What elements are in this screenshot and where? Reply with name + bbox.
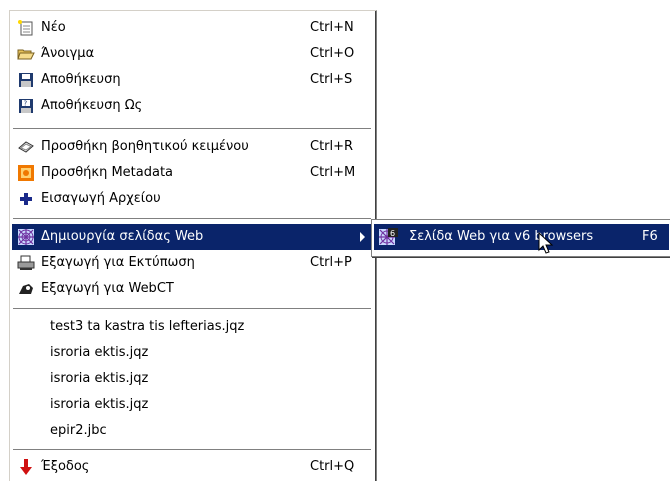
- recent-file-label: isroria ektis.jqz: [50, 371, 149, 386]
- menu-item-shortcut: Ctrl+R: [310, 139, 354, 154]
- menu-item-label: Έξοδος: [41, 459, 90, 474]
- recent-file-item[interactable]: isroria ektis.jqz: [12, 340, 373, 366]
- menu-item-import-file[interactable]: Εισαγωγή Αρχείου: [12, 186, 373, 212]
- menu-item-open[interactable]: Άνοιγμα Ctrl+O: [12, 41, 373, 67]
- menu-item-add-metadata[interactable]: Προσθήκη Metadata Ctrl+M: [12, 160, 373, 186]
- recent-file-item[interactable]: epir2.jbc: [12, 418, 373, 444]
- menu-separator: [13, 308, 371, 310]
- recent-file-item[interactable]: isroria ektis.jqz: [12, 392, 373, 418]
- exit-arrow-icon: [17, 458, 35, 476]
- svg-text:?: ?: [24, 100, 28, 108]
- menu-item-shortcut: Ctrl+S: [310, 72, 353, 87]
- menu-item-shortcut: Ctrl+N: [310, 20, 354, 35]
- menu-item-save[interactable]: Αποθήκευση Ctrl+S: [12, 67, 373, 93]
- add-text-icon: [17, 138, 35, 156]
- submenu-item-web-page-v6[interactable]: 6 Σελίδα Web για v6 browsers F6: [374, 224, 669, 250]
- recent-file-item[interactable]: isroria ektis.jqz: [12, 366, 373, 392]
- menu-item-label: Άνοιγμα: [41, 46, 95, 61]
- menu-item-export-webct[interactable]: Εξαγωγή για WebCT: [12, 276, 373, 302]
- menu-separator: [13, 449, 371, 451]
- new-file-icon: [17, 19, 35, 37]
- recent-file-item[interactable]: test3 ta kastra tis lefterias.jqz: [12, 314, 373, 340]
- submenu-item-label: Σελίδα Web για v6 browsers: [409, 229, 594, 244]
- print-icon: [17, 254, 35, 272]
- submenu-arrow-icon: [360, 232, 365, 242]
- menu-item-create-web-page[interactable]: Δημιουργία σελίδας Web: [12, 224, 373, 250]
- plus-icon: [17, 190, 35, 208]
- menu-item-save-as[interactable]: ? Αποθήκευση Ως: [12, 93, 373, 119]
- web-page-submenu: 6 Σελίδα Web για v6 browsers F6: [371, 219, 670, 257]
- menu-item-label: Προσθήκη Metadata: [41, 165, 174, 180]
- menu-separator: [13, 128, 371, 130]
- mouse-cursor-icon: [538, 231, 554, 260]
- recent-file-label: epir2.jbc: [50, 423, 107, 438]
- menu-item-shortcut: Ctrl+P: [310, 255, 352, 270]
- menu-item-label: Δημιουργία σελίδας Web: [41, 229, 204, 244]
- webct-icon: [17, 280, 35, 298]
- menu-item-new[interactable]: Νέο Ctrl+N: [12, 15, 373, 41]
- svg-text:6: 6: [390, 229, 395, 238]
- menu-item-exit[interactable]: Έξοδος Ctrl+Q: [12, 454, 373, 480]
- menu-item-label: Αποθήκευση: [41, 72, 121, 87]
- open-folder-icon: [17, 45, 35, 63]
- menu-item-label: Αποθήκευση Ως: [41, 98, 143, 113]
- menu-item-label: Προσθήκη βοηθητικού κειμένου: [41, 139, 249, 154]
- recent-file-label: isroria ektis.jqz: [50, 397, 149, 412]
- menu-item-label: Εξαγωγή για Εκτύπωση: [41, 255, 195, 270]
- save-as-icon: ?: [17, 97, 35, 115]
- menu-item-export-print[interactable]: Εξαγωγή για Εκτύπωση Ctrl+P: [12, 250, 373, 276]
- menu-separator: [13, 218, 371, 220]
- menu-item-label: Νέο: [41, 20, 66, 35]
- submenu-item-shortcut: F6: [642, 229, 658, 244]
- save-icon: [17, 71, 35, 89]
- menu-item-add-help-text[interactable]: Προσθήκη βοηθητικού κειμένου Ctrl+R: [12, 134, 373, 160]
- menu-item-shortcut: Ctrl+M: [310, 165, 356, 180]
- menu-item-shortcut: Ctrl+Q: [310, 459, 355, 474]
- menu-item-label: Εξαγωγή για WebCT: [41, 281, 174, 296]
- recent-file-label: isroria ektis.jqz: [50, 345, 149, 360]
- menu-item-shortcut: Ctrl+O: [310, 46, 355, 61]
- web-icon: [17, 228, 35, 246]
- web-page-v6-icon: 6: [378, 228, 398, 246]
- recent-file-label: test3 ta kastra tis lefterias.jqz: [50, 319, 245, 334]
- menu-item-label: Εισαγωγή Αρχείου: [41, 191, 161, 206]
- file-menu: Νέο Ctrl+N Άνοιγμα Ctrl+O Αποθήκευση Ctr…: [9, 10, 377, 481]
- metadata-icon: [17, 164, 35, 182]
